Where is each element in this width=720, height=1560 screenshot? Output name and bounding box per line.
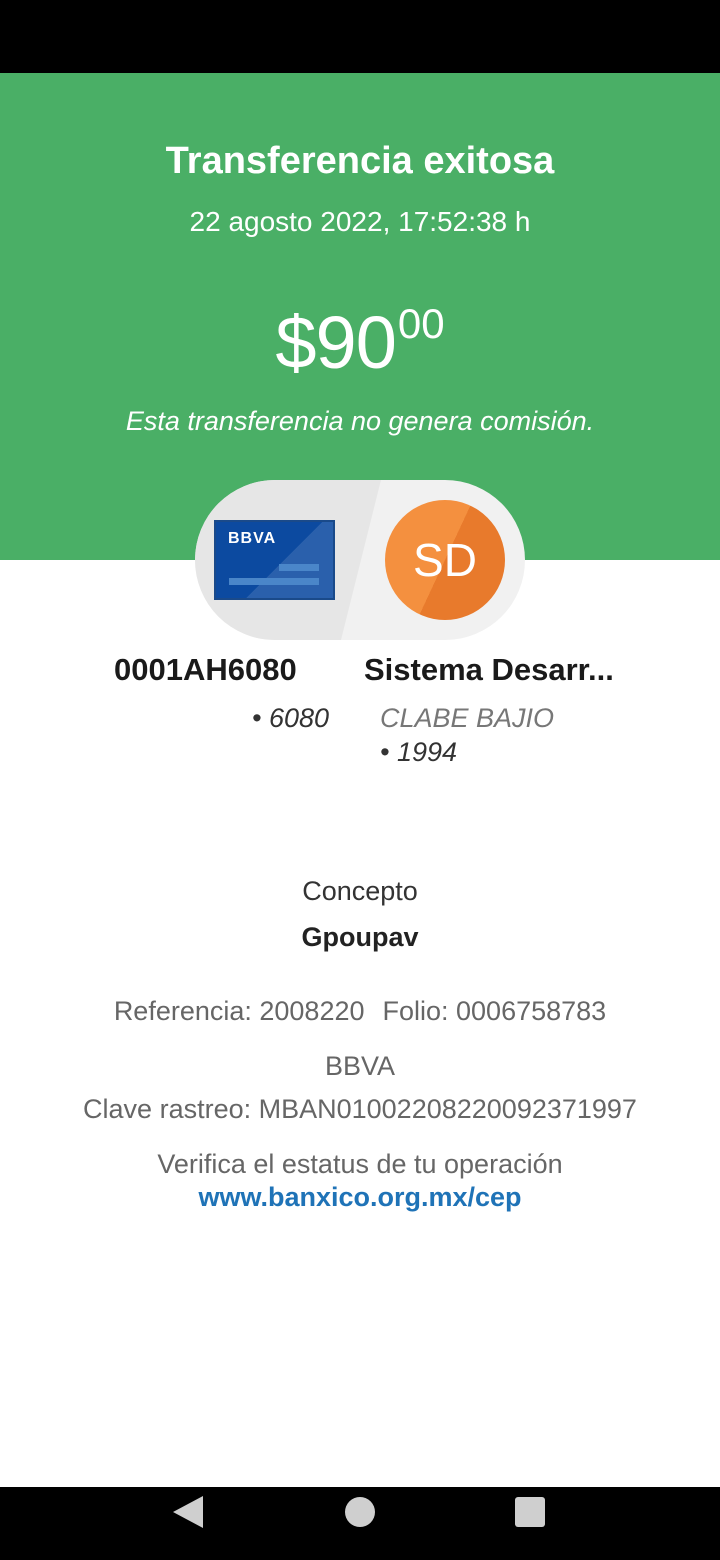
banxico-cep-link[interactable]: www.banxico.org.mx/cep [0, 1182, 720, 1213]
status-bar [0, 0, 720, 73]
bank-logo-text: BBVA [228, 530, 277, 547]
origin-account-suffix: • 6080 [252, 703, 330, 733]
destination-account-name: Sistema Desarr... [364, 652, 614, 687]
reference-folio-line: Referencia: 2008220 Folio: 0006758783 [0, 996, 720, 1027]
destination-account-suffix: • 1994 [380, 737, 458, 767]
bank-card-icon: BBVA [214, 520, 335, 600]
verify-status-text: Verifica el estatus de tu operación [157, 1149, 563, 1179]
bank-name: BBVA [324, 1051, 396, 1081]
folio-text: Folio: 0006758783 [382, 996, 607, 1026]
transfer-amount: $9000 [0, 300, 720, 385]
amount-cents: 00 [397, 300, 445, 347]
commission-note: Esta transferencia no genera comisión. [125, 406, 595, 436]
concept-label: Concepto [302, 876, 418, 906]
circle-home-icon[interactable] [345, 1497, 375, 1527]
reference-text: Referencia: 2008220 [113, 996, 365, 1026]
concept-value: Gpoupav [301, 922, 419, 952]
square-recents-icon[interactable] [515, 1497, 545, 1527]
transfer-datetime: 22 agosto 2022, 17:52:38 h [189, 206, 531, 237]
tracking-key: Clave rastreo: MBAN01002208220092371997 [83, 1094, 637, 1124]
page-title: Transferencia exitosa [165, 140, 555, 182]
destination-account-type: CLABE BAJIO [380, 703, 555, 733]
origin-account-name: 0001AH6080 [114, 652, 297, 687]
amount-main: $90 [275, 301, 396, 384]
destination-avatar: SD [385, 500, 505, 620]
